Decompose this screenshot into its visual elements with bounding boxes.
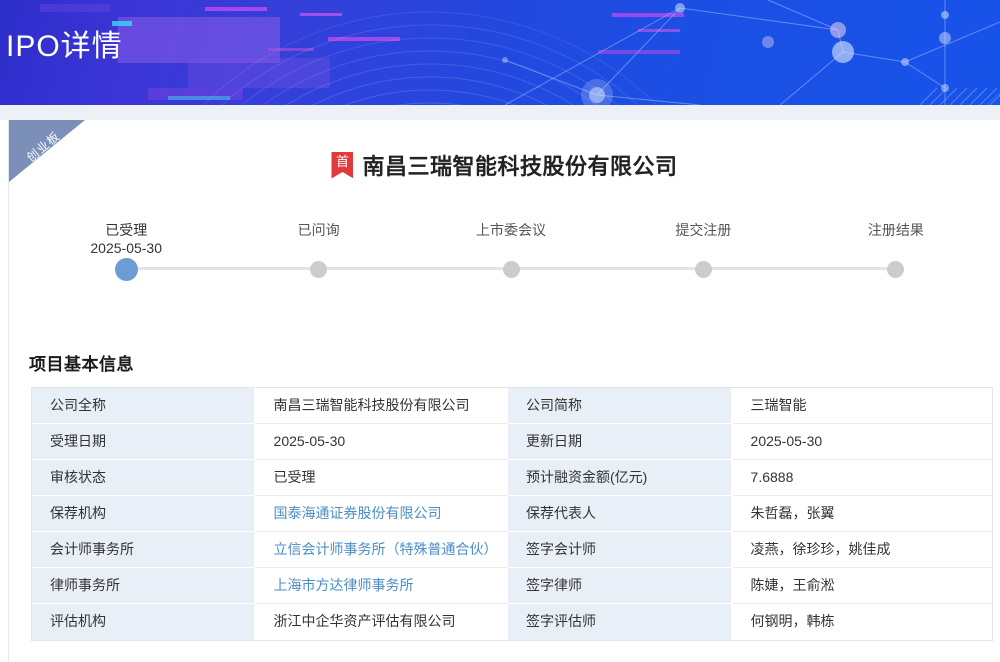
info-value-cell: 南昌三瑞智能科技股份有限公司 xyxy=(255,388,508,424)
info-label: 签字律师 xyxy=(508,568,732,604)
company-header: 首 南昌三瑞智能科技股份有限公司 xyxy=(9,120,1000,181)
step-dot xyxy=(887,261,904,278)
step-dot-row xyxy=(310,257,327,282)
info-value-cell: 已受理 xyxy=(255,460,508,496)
deco-network-nodes xyxy=(502,3,951,105)
info-label: 审核状态 xyxy=(32,460,255,496)
stepper-step-4: 注册结果 xyxy=(800,221,992,282)
info-label: 签字会计师 xyxy=(508,532,732,568)
info-value: 凌燕，徐珍珍，姚佳成 xyxy=(751,541,891,557)
stepper-step-1: 已问询 xyxy=(222,221,414,282)
info-value-cell: 2025-05-30 xyxy=(255,424,508,460)
info-label: 评估机构 xyxy=(32,604,255,640)
step-dot-row xyxy=(887,257,904,282)
info-value-cell: 2025-05-30 xyxy=(732,424,992,460)
step-dot xyxy=(503,261,520,278)
info-value: 陈婕，王俞淞 xyxy=(751,577,835,593)
info-label: 会计师事务所 xyxy=(32,532,255,568)
step-label: 已受理 xyxy=(105,221,147,239)
step-dot-row xyxy=(695,257,712,282)
info-label: 受理日期 xyxy=(32,424,255,460)
info-value-link[interactable]: 上海市方达律师事务所 xyxy=(274,577,414,593)
info-label: 预计融资金额(亿元) xyxy=(508,460,732,496)
info-value: 2025-05-30 xyxy=(751,433,823,449)
info-value-cell: 7.6888 xyxy=(732,460,992,496)
info-label: 更新日期 xyxy=(508,424,732,460)
page-title: IPO详情 xyxy=(6,21,123,65)
info-value-cell: 上海市方达律师事务所 xyxy=(255,568,508,604)
company-name: 南昌三瑞智能科技股份有限公司 xyxy=(362,149,677,181)
info-value: 南昌三瑞智能科技股份有限公司 xyxy=(274,397,470,413)
info-value-cell: 朱哲磊，张翼 xyxy=(732,496,992,532)
info-label: 保荐代表人 xyxy=(508,496,732,532)
banner-separator-strip xyxy=(0,105,1000,120)
step-dot-row xyxy=(503,257,520,282)
info-value: 三瑞智能 xyxy=(751,397,807,413)
first-issue-badge: 首 xyxy=(331,152,353,179)
info-value-cell: 立信会计师事务所（特殊普通合伙） xyxy=(255,532,508,568)
info-value-cell: 浙江中企华资产评估有限公司 xyxy=(255,604,508,640)
info-value: 朱哲磊，张翼 xyxy=(751,505,835,521)
step-label: 提交注册 xyxy=(675,221,731,239)
info-value-cell: 凌燕，徐珍珍，姚佳成 xyxy=(732,532,992,568)
deco-purple-band xyxy=(40,4,110,12)
deco-network-lines xyxy=(505,0,1000,105)
info-value: 已受理 xyxy=(274,469,316,485)
section-title: 项目基本信息 xyxy=(29,354,1000,376)
info-label: 保荐机构 xyxy=(32,496,255,532)
info-value-cell: 三瑞智能 xyxy=(732,388,992,424)
info-label: 公司全称 xyxy=(32,388,255,424)
step-dot-row xyxy=(115,257,138,282)
page-banner: IPO详情 xyxy=(0,0,1000,105)
info-value-cell: 陈婕，王俞淞 xyxy=(732,568,992,604)
info-label: 律师事务所 xyxy=(32,568,255,604)
deco-purple-band xyxy=(118,17,280,63)
stepper-step-3: 提交注册 xyxy=(607,221,799,282)
info-value: 2025-05-30 xyxy=(274,433,346,449)
info-value: 何钢明，韩栋 xyxy=(751,613,835,629)
info-value-cell: 何钢明，韩栋 xyxy=(732,604,992,640)
info-label: 签字评估师 xyxy=(508,604,732,640)
content-card: 创业板 首 南昌三瑞智能科技股份有限公司 已受理2025-05-30已问询上市委… xyxy=(8,120,1000,662)
info-value: 7.6888 xyxy=(751,469,794,485)
info-value-cell: 国泰海通证券股份有限公司 xyxy=(255,496,508,532)
project-info-table: 公司全称 南昌三瑞智能科技股份有限公司 公司简称 三瑞智能受理日期 2025-05-30… xyxy=(31,387,993,641)
step-dot xyxy=(695,261,712,278)
deco-purple-band xyxy=(188,58,330,88)
step-dot-active xyxy=(115,258,138,281)
info-value: 浙江中企华资产评估有限公司 xyxy=(274,613,456,629)
step-date: 2025-05-30 xyxy=(90,239,162,257)
stepper-steps: 已受理2025-05-30 已问询 上市委会议 提交注册 注册结果 xyxy=(30,221,992,282)
step-label: 已问询 xyxy=(298,221,340,239)
step-label: 注册结果 xyxy=(868,221,924,239)
step-dot xyxy=(310,261,327,278)
deco-hatch xyxy=(920,88,1000,105)
info-label: 公司简称 xyxy=(508,388,732,424)
stepper-step-0: 已受理2025-05-30 xyxy=(30,221,222,282)
info-value-link[interactable]: 国泰海通证券股份有限公司 xyxy=(274,505,442,521)
step-label: 上市委会议 xyxy=(476,221,546,239)
banner-decoration-graphic xyxy=(0,0,1000,105)
ipo-status-stepper: 已受理2025-05-30 已问询 上市委会议 提交注册 注册结果 xyxy=(30,221,992,282)
stepper-step-2: 上市委会议 xyxy=(415,221,607,282)
info-value-link[interactable]: 立信会计师事务所（特殊普通合伙） xyxy=(274,541,498,557)
